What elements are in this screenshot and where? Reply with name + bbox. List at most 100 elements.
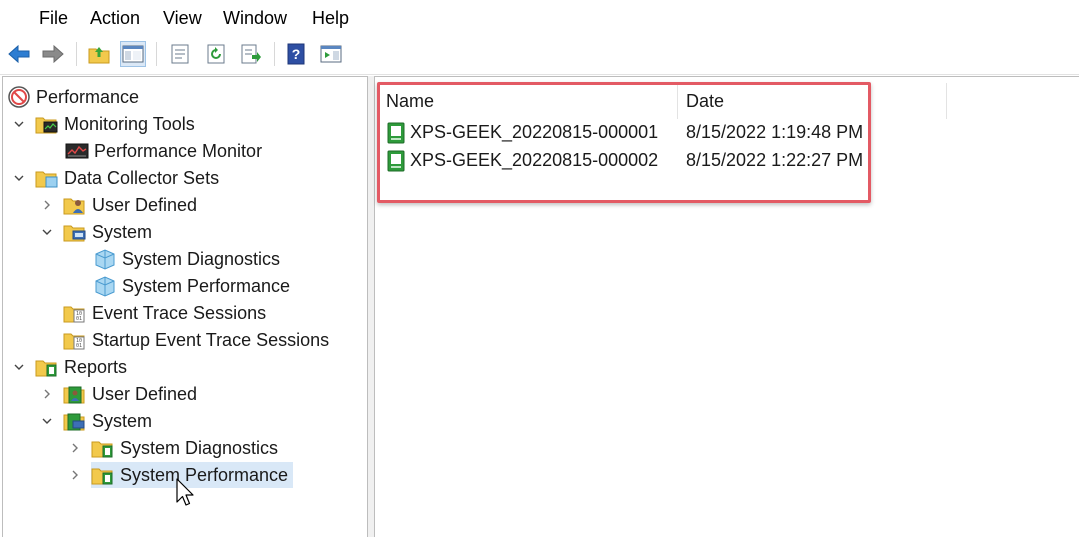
column-header-date[interactable]: Date [686, 91, 724, 112]
tree-item-label: System Performance [122, 276, 291, 296]
up-one-level-button[interactable] [86, 41, 112, 67]
show-hide-tree-button[interactable] [120, 41, 146, 67]
chevron-right-icon[interactable] [67, 467, 83, 483]
tree-item-performance[interactable]: Performance [7, 84, 139, 110]
performance-icon [7, 85, 31, 109]
chevron-down-icon[interactable] [39, 224, 55, 240]
tree-item-label: Startup Event Trace Sessions [92, 330, 330, 350]
show-action-pane-button[interactable] [318, 41, 344, 67]
tree-item-reports[interactable]: Reports [11, 354, 127, 380]
results-list-view[interactable]: Name Date XPS-GEEK_20220815-000001 8/15/… [374, 76, 1079, 537]
column-header-name[interactable]: Name [386, 91, 434, 112]
toolbar-separator [76, 42, 77, 66]
menu-action[interactable]: Action [88, 7, 142, 29]
report-icon [387, 122, 405, 144]
chevron-right-icon[interactable] [39, 197, 55, 213]
forward-button[interactable] [40, 41, 66, 67]
tree-item-label: Performance Monitor [94, 141, 263, 161]
report-date: 8/15/2022 1:22:27 PM [686, 150, 864, 170]
folder-user-icon [63, 193, 87, 217]
tree-item-startup-event-trace-sessions[interactable]: 10 01 Startup Event Trace Sessions [63, 327, 329, 353]
chevron-right-icon[interactable] [39, 386, 55, 402]
report-date: 8/15/2022 1:19:48 PM [686, 122, 864, 142]
help-button[interactable]: ? [283, 41, 309, 67]
toolbar-separator [156, 42, 157, 66]
toolbar-separator [274, 42, 275, 66]
folder-system-icon [63, 220, 87, 244]
chevron-right-icon[interactable] [67, 440, 83, 456]
menu-window[interactable]: Window [221, 7, 289, 29]
up-folder-icon [88, 47, 110, 64]
column-divider[interactable] [677, 83, 678, 119]
show-action-pane-icon [320, 45, 342, 63]
help-icon: ? [287, 43, 305, 65]
chevron-down-icon[interactable] [39, 413, 55, 429]
folder-collector-icon [35, 166, 59, 190]
svg-text:?: ? [292, 46, 301, 62]
tree-item-label: System Diagnostics [122, 249, 281, 269]
folder-report-icon [91, 436, 115, 460]
folder-trace-icon: 10 01 [63, 301, 87, 325]
tree-item-label: Monitoring Tools [64, 114, 195, 134]
tree-item-label: Data Collector Sets [64, 168, 220, 188]
folder-report-icon [91, 463, 115, 487]
forward-arrow-icon [42, 44, 64, 64]
tree-item-event-trace-sessions[interactable]: 10 01 Event Trace Sessions [63, 300, 266, 326]
tree-item-label: System Performance [120, 465, 289, 485]
back-arrow-icon [8, 44, 30, 64]
tree-item-label: System Diagnostics [120, 438, 279, 458]
folder-trace-icon: 10 01 [63, 328, 87, 352]
tree-item-performance-monitor[interactable]: Performance Monitor [65, 138, 262, 164]
refresh-button[interactable] [203, 41, 229, 67]
mouse-cursor-icon [176, 478, 194, 506]
data-collector-set-icon [93, 274, 117, 298]
tree-item-collector-system-diagnostics[interactable]: System Diagnostics [93, 246, 280, 272]
menu-view[interactable]: View [161, 7, 204, 29]
console-tree[interactable]: Performance Monitoring Tools Performance… [2, 76, 368, 537]
folder-monitor-icon [35, 112, 59, 136]
folder-system-report-icon [63, 409, 87, 433]
tree-item-label: User Defined [92, 384, 198, 404]
svg-text:01: 01 [76, 316, 82, 322]
performance-monitor-icon [65, 139, 89, 163]
chevron-down-icon[interactable] [11, 116, 27, 132]
export-list-icon [241, 44, 261, 64]
data-collector-set-icon [93, 247, 117, 271]
menu-help[interactable]: Help [310, 7, 351, 29]
tree-item-label: Event Trace Sessions [92, 303, 267, 323]
tree-item-label: System [92, 222, 153, 242]
tree-item-label: Reports [64, 357, 128, 377]
tree-item-reports-system-diagnostics[interactable]: System Diagnostics [67, 435, 278, 461]
chevron-down-icon[interactable] [11, 359, 27, 375]
svg-text:01: 01 [76, 343, 82, 349]
refresh-icon [207, 44, 225, 64]
export-list-button[interactable] [238, 41, 264, 67]
tree-item-reports-system[interactable]: System [39, 408, 152, 434]
tree-item-label: Performance [36, 87, 140, 107]
folder-user-report-icon [63, 382, 87, 406]
report-icon [387, 150, 405, 172]
properties-button[interactable] [167, 41, 193, 67]
report-name: XPS-GEEK_20220815-000002 [410, 150, 659, 170]
toolbar: ? [0, 36, 1079, 75]
tree-item-label: System [92, 411, 153, 431]
report-name: XPS-GEEK_20220815-000001 [410, 122, 659, 142]
tree-item-collector-system[interactable]: System [39, 219, 152, 245]
list-item[interactable]: XPS-GEEK_20220815-000002 8/15/2022 1:22:… [375, 147, 935, 175]
menu-bar: File Action View Window Help [0, 0, 1079, 36]
tree-item-collector-user-defined[interactable]: User Defined [39, 192, 197, 218]
tree-item-data-collector-sets[interactable]: Data Collector Sets [11, 165, 219, 191]
column-divider[interactable] [946, 83, 947, 119]
menu-file[interactable]: File [37, 7, 70, 29]
tree-item-label: User Defined [92, 195, 198, 215]
tree-item-reports-user-defined[interactable]: User Defined [39, 381, 197, 407]
chevron-down-icon[interactable] [11, 170, 27, 186]
list-header: Name Date [375, 83, 1079, 119]
properties-icon [171, 44, 189, 64]
tree-item-collector-system-performance[interactable]: System Performance [93, 273, 290, 299]
tree-item-monitoring-tools[interactable]: Monitoring Tools [11, 111, 195, 137]
list-item[interactable]: XPS-GEEK_20220815-000001 8/15/2022 1:19:… [375, 119, 935, 147]
show-hide-tree-icon [122, 45, 144, 63]
folder-reports-icon [35, 355, 59, 379]
back-button[interactable] [6, 41, 32, 67]
